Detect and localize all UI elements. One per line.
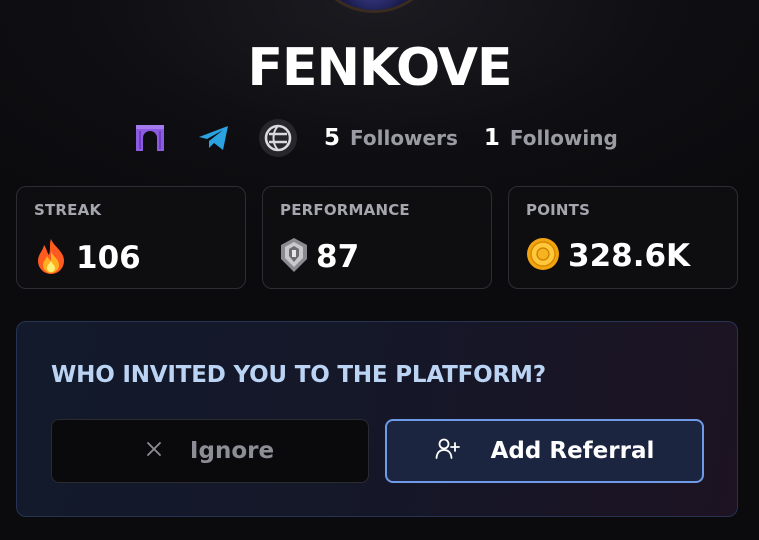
points-label: POINTS bbox=[526, 201, 591, 219]
followers-link[interactable]: 5 Followers bbox=[324, 125, 458, 151]
globe-icon[interactable] bbox=[258, 118, 298, 158]
add-referral-label: Add Referral bbox=[490, 438, 655, 464]
avatar bbox=[318, 0, 430, 10]
coin-icon bbox=[526, 237, 560, 275]
ignore-button[interactable]: Ignore bbox=[51, 419, 369, 483]
followers-count: 5 bbox=[324, 125, 341, 151]
following-count: 1 bbox=[483, 125, 500, 151]
followers-label: Followers bbox=[350, 126, 458, 150]
gate-icon[interactable] bbox=[130, 118, 170, 158]
streak-label: STREAK bbox=[34, 201, 102, 219]
performance-card: PERFORMANCE 87 bbox=[262, 186, 492, 289]
add-user-icon bbox=[435, 438, 461, 464]
points-value: 328.6K bbox=[568, 238, 691, 274]
performance-value: 87 bbox=[316, 239, 360, 275]
points-card: POINTS 328.6K bbox=[508, 186, 738, 289]
streak-card: STREAK 106 bbox=[16, 186, 246, 289]
ignore-label: Ignore bbox=[189, 438, 275, 464]
fire-icon bbox=[34, 237, 68, 279]
social-row: 5 Followers 1 Following bbox=[130, 118, 644, 158]
close-icon bbox=[146, 441, 162, 461]
referral-question: WHO INVITED YOU TO THE PLATFORM? bbox=[51, 362, 546, 388]
badge-icon bbox=[280, 237, 308, 277]
add-referral-button[interactable]: Add Referral bbox=[385, 419, 704, 483]
following-link[interactable]: 1 Following bbox=[484, 125, 618, 151]
following-label: Following bbox=[509, 126, 618, 150]
referral-panel: WHO INVITED YOU TO THE PLATFORM? Ignore … bbox=[16, 321, 738, 517]
streak-value: 106 bbox=[76, 240, 141, 276]
username: FENKOVE bbox=[247, 38, 512, 98]
performance-label: PERFORMANCE bbox=[280, 201, 410, 219]
telegram-icon[interactable] bbox=[194, 118, 234, 158]
